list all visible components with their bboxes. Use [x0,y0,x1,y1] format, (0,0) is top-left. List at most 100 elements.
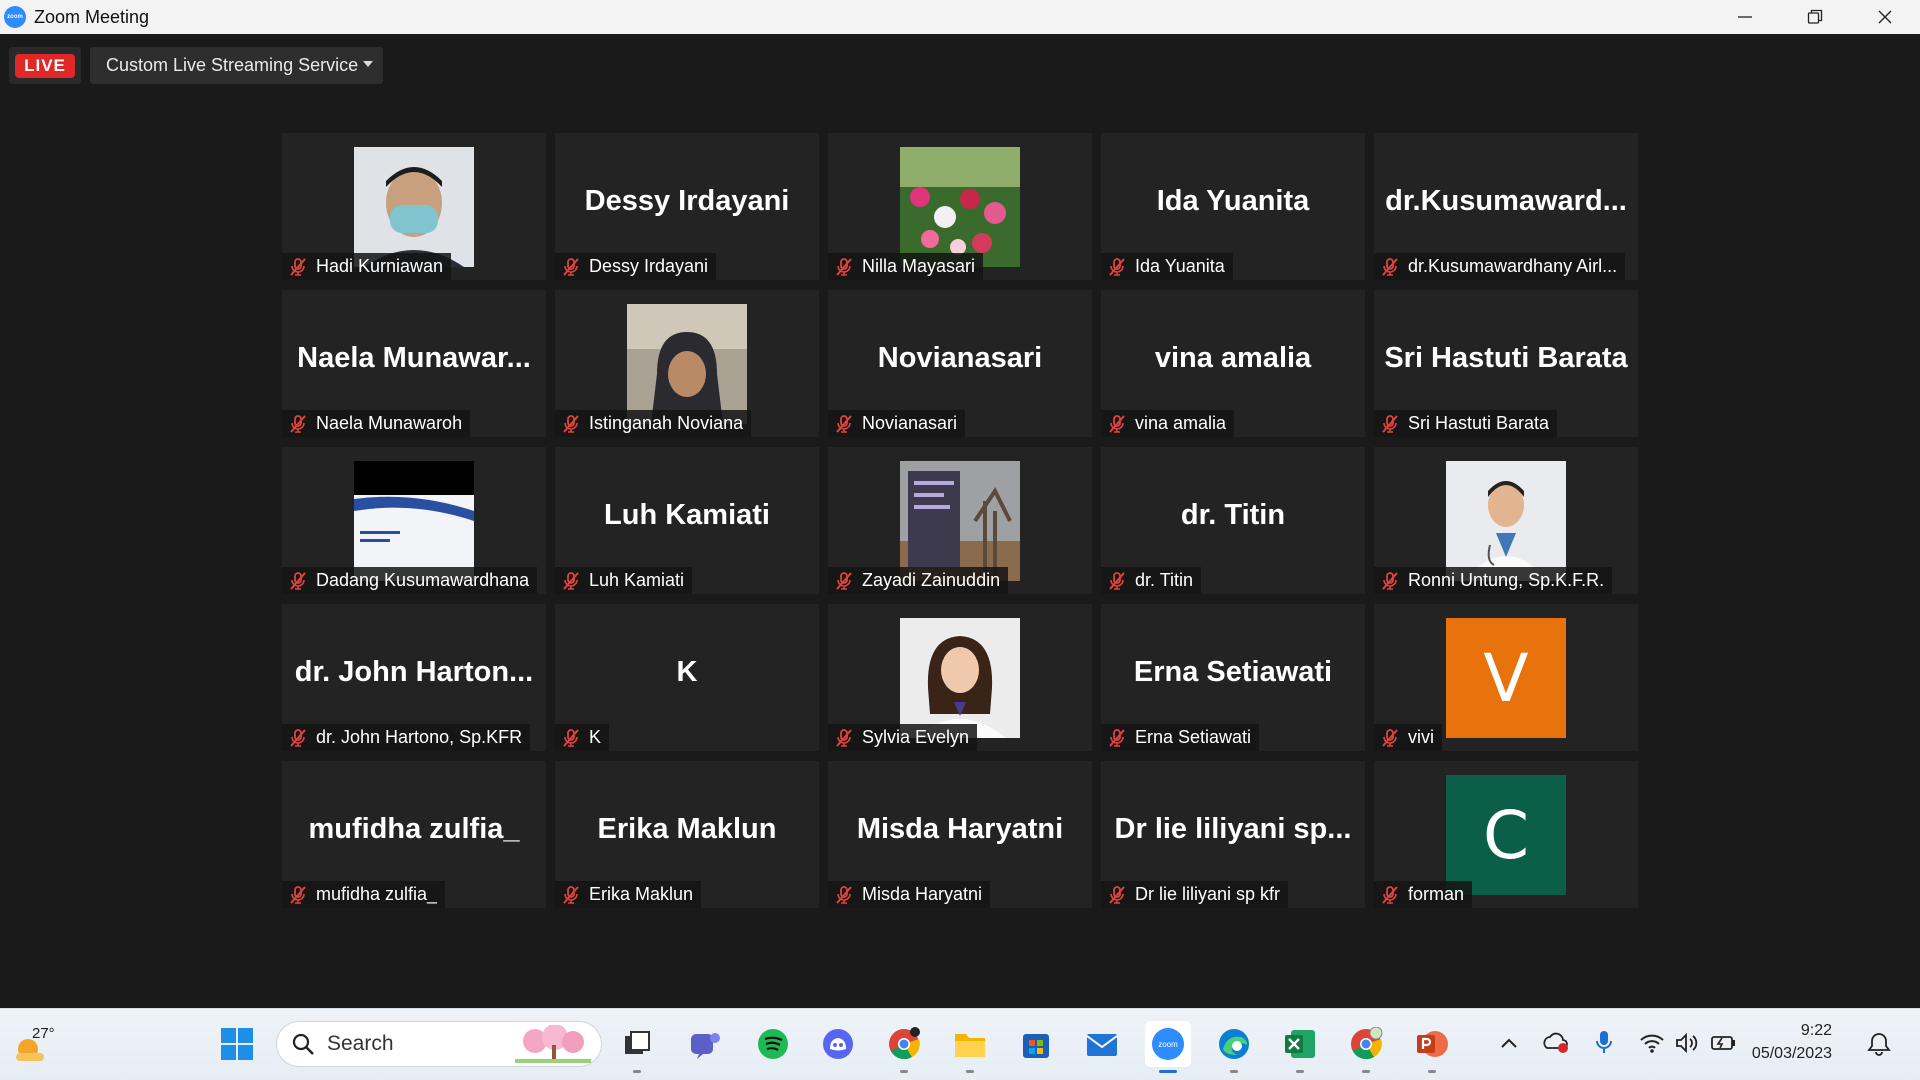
restore-icon [1807,9,1823,24]
taskbar-app-spotify[interactable] [750,1021,796,1067]
participant-video-thumbnail [627,304,747,424]
microphone-muted-icon [1109,728,1125,747]
restore-button[interactable] [1780,0,1850,34]
participant-tile[interactable]: Dr lie liliyani sp... Dr lie liliyani sp … [1101,761,1365,908]
participant-tile[interactable]: Novianasari Novianasari [828,290,1092,437]
taskbar-app-task-view[interactable] [614,1021,660,1073]
live-label: LIVE [15,53,75,78]
participant-name: Hadi Kurniawan [316,256,444,276]
task-view-icon [622,1029,652,1059]
participant-display-name: dr. John Harton... [294,656,534,688]
participant-tile[interactable]: vina amalia vina amalia [1101,290,1365,437]
participant-display-name: dr.Kusumaward... [1385,185,1627,217]
participant-avatar-initial: C [1446,775,1566,895]
participant-display-name: dr. Titin [1180,499,1286,531]
microphone-muted-icon [290,571,306,590]
participant-tile[interactable]: Erika Maklun Erika Maklun [555,761,819,908]
participant-display-name: Ida Yuanita [1156,185,1310,217]
participant-tile[interactable]: Dessy Irdayani Dessy Irdayani [555,133,819,280]
participant-tile[interactable]: Hadi Kurniawan [282,133,546,280]
taskbar-app-store[interactable] [1013,1021,1059,1067]
start-button[interactable] [214,1021,260,1067]
participant-name-label: Luh Kamiati [555,567,693,594]
wifi-icon[interactable] [1639,1032,1665,1054]
windows-start-icon [221,1028,253,1060]
participant-name: Misda Haryatni [862,884,983,904]
participant-gallery: Hadi Kurniawan Dessy Irdayani Dessy Irdaya… [282,133,1638,911]
participant-tile[interactable]: Sri Hastuti Barata Sri Hastuti Barata [1374,290,1638,437]
window-title: Zoom Meeting [34,6,150,27]
taskbar-app-powerpoint[interactable] [1409,1021,1455,1073]
spotify-icon [757,1028,789,1060]
participant-tile[interactable]: Cforman [1374,761,1638,908]
running-indicator [900,1070,908,1073]
close-button[interactable] [1850,0,1920,34]
running-indicator [1159,1070,1177,1073]
participant-tile[interactable]: Ronni Untung, Sp.K.F.R. [1374,447,1638,594]
participant-name: Ida Yuanita [1135,256,1225,276]
participant-name: Luh Kamiati [589,570,685,590]
taskbar-search[interactable]: Search [276,1021,602,1067]
participant-tile[interactable]: Nilla Mayasari [828,133,1092,280]
microphone-icon[interactable] [1594,1029,1614,1055]
participant-name: Zayadi Zainuddin [862,570,1001,590]
participant-name-label: dr.Kusumawardhany Airl... [1374,253,1626,280]
participant-tile[interactable]: Misda Haryatni Misda Haryatni [828,761,1092,908]
participant-tile[interactable]: mufidha zulfia_ mufidha zulfia_ [282,761,546,908]
live-badge[interactable]: LIVE [9,47,81,84]
clock-time[interactable]: 9:22 [1748,1022,1832,1040]
participant-tile[interactable]: dr. John Harton... dr. John Hartono, Sp.K… [282,604,546,751]
taskbar-app-edge[interactable] [1211,1021,1257,1073]
close-icon [1878,10,1892,24]
participant-video-thumbnail [354,461,474,581]
participant-name: vina amalia [1135,413,1227,433]
taskbar-app-zoom[interactable]: zoom [1145,1021,1191,1073]
participant-tile[interactable]: Istinganah Noviana [555,290,819,437]
notification-bell-icon[interactable] [1866,1031,1892,1057]
participant-tile[interactable]: dr.Kusumaward... dr.Kusumawardhany Airl..… [1374,133,1638,280]
taskbar-app-teams[interactable] [682,1021,728,1067]
taskbar-app-mail[interactable] [1079,1021,1125,1067]
participant-tile[interactable]: Dadang Kusumawardhana [282,447,546,594]
participant-video-thumbnail [1446,461,1566,581]
participant-tile[interactable]: Naela Munawar... Naela Munawaroh [282,290,546,437]
microphone-muted-icon [290,885,306,904]
weather-widget[interactable]: 27° [12,1021,62,1067]
taskbar-app-discord[interactable] [815,1021,861,1067]
participant-display-name: Dr lie liliyani sp... [1114,813,1352,845]
battery-icon[interactable] [1710,1032,1738,1054]
participant-display-name: vina amalia [1154,342,1312,374]
minimize-button[interactable] [1710,0,1780,34]
volume-icon[interactable] [1674,1032,1700,1054]
participant-tile[interactable]: Luh Kamiati Luh Kamiati [555,447,819,594]
chevron-up-icon[interactable] [1499,1034,1519,1054]
participant-tile[interactable]: Erna Setiawati Erna Setiawati [1101,604,1365,751]
taskbar-app-chrome[interactable] [881,1021,927,1073]
cherry-blossom-icon [515,1025,591,1063]
participant-tile[interactable]: Sylvia Evelyn [828,604,1092,751]
participant-display-name: Sri Hastuti Barata [1384,342,1628,374]
participant-tile[interactable]: KK [555,604,819,751]
taskbar-app-excel[interactable] [1277,1021,1323,1073]
participant-tile[interactable]: Ida Yuanita Ida Yuanita [1101,133,1365,280]
participant-name: mufidha zulfia_ [316,884,438,904]
onedrive-error-icon[interactable] [1542,1031,1570,1055]
microphone-muted-icon [836,571,852,590]
chrome-icon [887,1027,921,1061]
participant-name: Nilla Mayasari [862,256,976,276]
microphone-muted-icon [1382,571,1398,590]
participant-name: Istinganah Noviana [589,413,744,433]
streaming-service-label: Custom Live Streaming Service [106,55,359,75]
participant-tile[interactable]: dr. Titin dr. Titin [1101,447,1365,594]
streaming-service-dropdown[interactable]: Custom Live Streaming Service [90,47,383,84]
taskbar-app-chrome-profile[interactable] [1343,1021,1389,1073]
participant-name: dr. John Hartono, Sp.KFR [316,727,523,747]
participant-name: forman [1408,884,1465,904]
taskbar-app-file-explorer[interactable] [947,1021,993,1073]
clock-date[interactable]: 05/03/2023 [1748,1045,1832,1063]
participant-tile[interactable]: Vvivi [1374,604,1638,751]
participant-name: Dessy Irdayani [589,256,709,276]
participant-name-label: forman [1374,881,1473,908]
participant-tile[interactable]: Zayadi Zainuddin [828,447,1092,594]
microphone-muted-icon [563,571,579,590]
